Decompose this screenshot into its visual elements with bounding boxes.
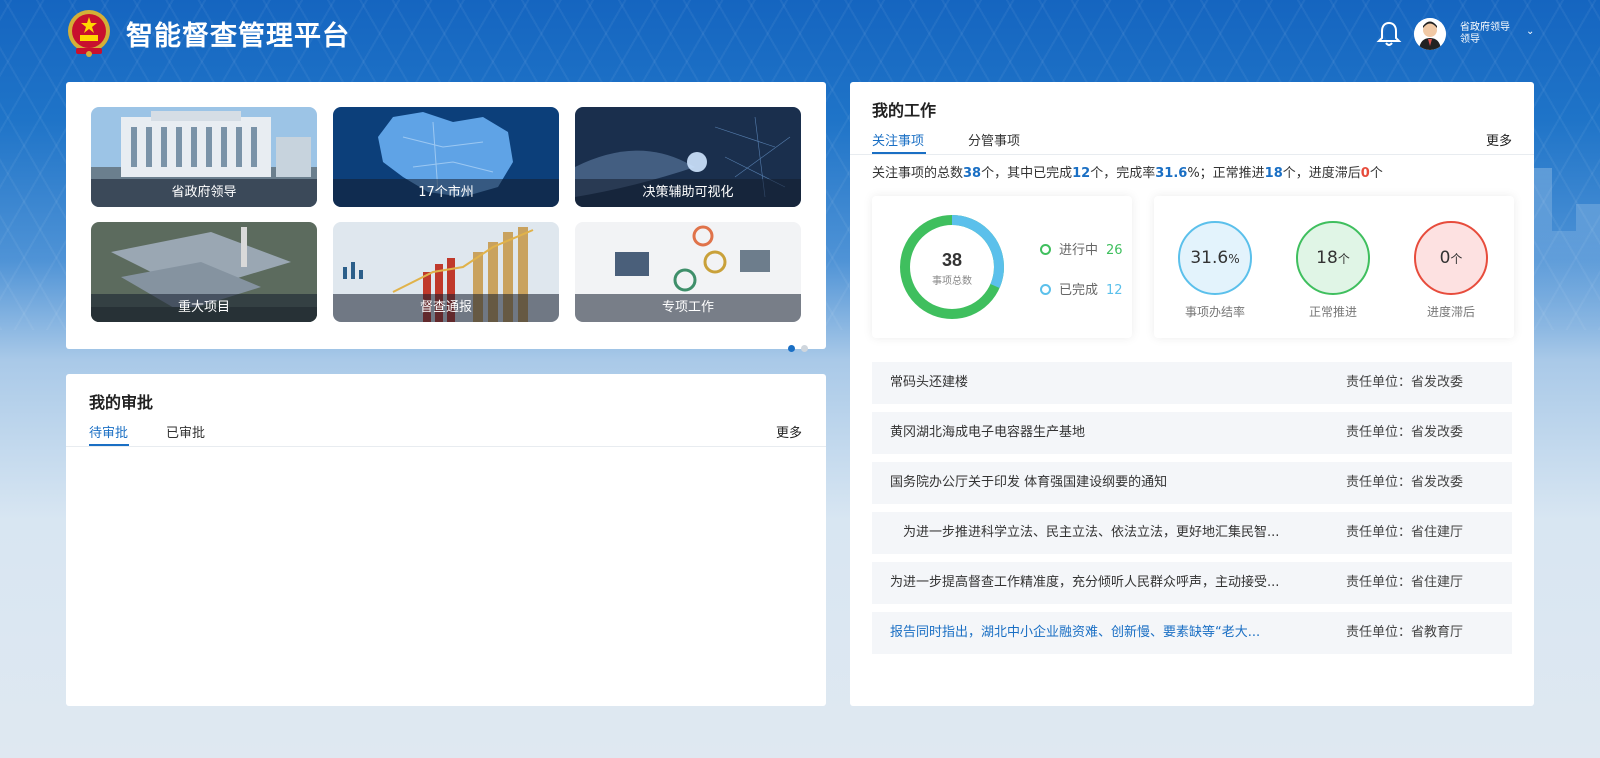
work-more-link[interactable]: 更多 — [1486, 130, 1512, 149]
green-ring-icon — [1040, 244, 1051, 255]
tile-label: 专项工作 — [575, 294, 801, 322]
item-responsible-unit: 责任单位：省发改委 — [1346, 425, 1464, 440]
notification-bell-icon[interactable] — [1376, 20, 1402, 48]
list-item[interactable]: 常码头还建楼 责任单位：省发改委 — [872, 362, 1512, 404]
item-name-link[interactable]: 报告同时指出，湖北中小企业融资难、创新慢、要素缺等“老大... — [890, 612, 1310, 654]
user-info[interactable]: 省政府领导 领导 — [1460, 22, 1510, 46]
item-count-panel: 38 事项总数 进行中 26 已完成 12 — [872, 196, 1132, 338]
item-name: 为进一步推进科学立法、民主立法、依法立法，更好地汇集民智... — [890, 525, 1280, 540]
tab-managed-items[interactable]: 分管事项 — [968, 130, 1020, 149]
tab-approved[interactable]: 已审批 — [166, 422, 205, 441]
delayed-progress-circle: 0个 — [1414, 221, 1488, 295]
quick-access-card: 省政府领导 17个市州 决策辅助可视化 重大项目 督查通报 专项工作 — [66, 82, 826, 352]
item-responsible-unit: 责任单位：省发改委 — [1346, 375, 1464, 390]
blue-ring-icon — [1040, 284, 1051, 295]
tab-pending-approval[interactable]: 待审批 — [89, 422, 128, 441]
legend-completed: 已完成 12 — [1040, 279, 1123, 298]
list-item[interactable]: 国务院办公厅关于印发 体育强国建设纲要的通知 责任单位：省发改委 — [872, 462, 1512, 504]
work-summary-text: 关注事项的总数38个，其中已完成12个，完成率31.6%；正常推进18个，进度滞… — [872, 166, 1383, 181]
tile-government-leaders[interactable]: 省政府领导 — [91, 107, 317, 207]
tab-followed-items[interactable]: 关注事项 — [872, 130, 924, 149]
tile-label: 决策辅助可视化 — [575, 179, 801, 207]
my-approvals-card: 我的审批 待审批 已审批 更多 — [66, 374, 826, 706]
legend-in-progress: 进行中 26 — [1040, 239, 1123, 258]
carousel-dot-active[interactable] — [788, 345, 795, 352]
item-responsible-unit: 责任单位：省发改委 — [1346, 475, 1464, 490]
normal-progress-circle: 18个 — [1296, 221, 1370, 295]
tile-label: 督查通报 — [333, 294, 559, 322]
tile-decision-visualization[interactable]: 决策辅助可视化 — [575, 107, 801, 207]
list-item[interactable]: 为进一步推进科学立法、民主立法、依法立法，更好地汇集民智... 责任单位：省住建… — [872, 512, 1512, 554]
item-responsible-unit: 责任单位：省住建厅 — [1346, 575, 1464, 590]
item-name: 常码头还建楼 — [890, 375, 969, 390]
chevron-down-icon[interactable]: ⌄ — [1526, 26, 1534, 37]
carousel-pagination — [788, 337, 814, 356]
carousel-dot[interactable] — [801, 345, 808, 352]
tile-label: 17个市州 — [333, 179, 559, 207]
item-responsible-unit: 责任单位：省教育厅 — [1346, 625, 1464, 640]
item-status-donut-chart: 38 事项总数 — [900, 215, 1004, 319]
item-name: 为进一步提高督查工作精准度，充分倾听人民群众呼声，主动接受... — [890, 575, 1280, 590]
tile-cities[interactable]: 17个市州 — [333, 107, 559, 207]
approvals-more-link[interactable]: 更多 — [776, 422, 802, 441]
list-item[interactable]: 报告同时指出，湖北中小企业融资难、创新慢、要素缺等“老大... 责任单位：省教育… — [872, 612, 1512, 654]
completion-rate-circle: 31.6% — [1178, 221, 1252, 295]
my-work-card: 我的工作 关注事项 分管事项 更多 关注事项的总数38个，其中已完成12个，完成… — [850, 82, 1534, 706]
item-name: 国务院办公厅关于印发 体育强国建设纲要的通知 — [890, 475, 1168, 490]
item-responsible-unit: 责任单位：省住建厅 — [1346, 525, 1464, 540]
delayed-progress-label: 进度滞后 — [1426, 305, 1475, 319]
user-role: 省政府领导 — [1460, 22, 1510, 33]
national-emblem-logo — [66, 8, 112, 58]
item-name: 黄冈湖北海成电子电容器生产基地 — [890, 425, 1086, 440]
tile-special-work[interactable]: 专项工作 — [575, 222, 801, 322]
tile-label: 重大项目 — [91, 294, 317, 322]
list-item[interactable]: 黄冈湖北海成电子电容器生产基地 责任单位：省发改委 — [872, 412, 1512, 454]
tile-label: 省政府领导 — [91, 179, 317, 207]
normal-progress-label: 正常推进 — [1308, 305, 1357, 319]
tab-divider — [66, 446, 826, 447]
user-avatar[interactable] — [1414, 18, 1446, 50]
app-title: 智能督查管理平台 — [126, 21, 350, 52]
top-header: 智能督查管理平台 省政府领导 领导 ⌄ — [0, 0, 1600, 70]
list-item[interactable]: 为进一步提高督查工作精准度，充分倾听人民群众呼声，主动接受... 责任单位：省住… — [872, 562, 1512, 604]
tile-major-projects[interactable]: 重大项目 — [91, 222, 317, 322]
donut-total-value: 38 — [942, 250, 962, 270]
progress-metrics-panel: 31.6% 事项办结率 18个 正常推进 0个 进度滞后 — [1154, 196, 1514, 338]
tile-inspection-reports[interactable]: 督查通报 — [333, 222, 559, 322]
approvals-title: 我的审批 — [89, 393, 154, 412]
work-title: 我的工作 — [872, 101, 937, 120]
tab-divider — [850, 154, 1534, 155]
completion-rate-label: 事项办结率 — [1184, 305, 1245, 319]
donut-total-label: 事项总数 — [932, 274, 972, 287]
user-name: 领导 — [1460, 34, 1480, 45]
